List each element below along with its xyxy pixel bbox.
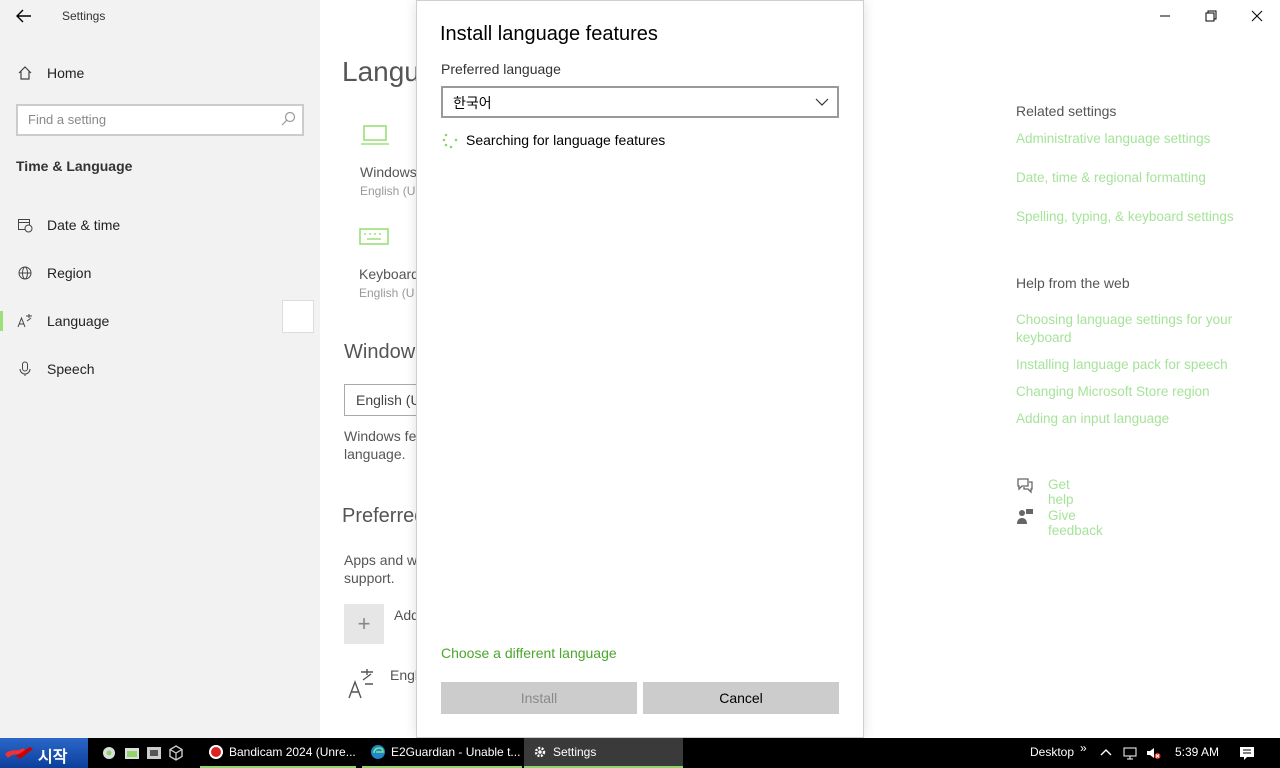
sidebar-item-label: Region [47,265,92,281]
start-label: 시작 [38,749,68,766]
get-help-label: Get help [1048,477,1074,507]
sidebar-item-label: Date & time [47,217,121,233]
virtualbox-icon[interactable] [168,745,184,761]
chrome-icon[interactable] [101,745,117,761]
language-entry-label[interactable]: Engl [390,666,418,684]
minimize-icon [1160,15,1170,17]
task-settings[interactable]: Settings [524,738,683,768]
tile-keyboard-sub: English (U [359,286,415,300]
search-icon [281,111,296,126]
loading-spinner-icon [442,133,458,149]
taskbar: 시작 Bandicam 2024 (Unre... E2Guardian - U… [0,738,1280,768]
link-help-speech[interactable]: Installing language pack for speech [1016,356,1266,374]
plus-icon: + [357,611,371,636]
feedback-person-icon [1017,509,1033,524]
sidebar-item-label: Language [47,313,110,329]
tile-windows-sub: English (U [360,184,416,198]
microphone-icon [16,360,34,378]
task-bandicam[interactable]: Bandicam 2024 (Unre... [200,738,356,768]
language-icon [348,669,373,699]
calendar-clock-icon [16,216,34,234]
close-icon [1251,10,1263,22]
related-settings-heading: Related settings [1016,103,1117,119]
section1-text-1: Windows fe [344,428,417,444]
tooltip-box [282,300,314,333]
section1-text-2: language. [344,446,406,462]
close-button[interactable] [1234,4,1280,28]
link-help-store-region[interactable]: Changing Microsoft Store region [1016,383,1256,401]
page-title: Langu [342,56,420,87]
preferred-language-label: Preferred language [441,61,561,77]
search-status-text: Searching for language features [466,132,666,148]
sidebar-item-date-time[interactable]: Date & time [0,207,320,243]
tile-windows-label[interactable]: Windows [360,163,417,181]
section2-text-2: support. [344,570,395,586]
section2-text-1: Apps and w [344,552,418,568]
chevron-up-icon[interactable] [1098,745,1114,761]
task-label: Bandicam 2024 (Unre... [229,745,356,759]
chevron-right-double-icon[interactable]: » [1080,741,1087,755]
link-help-input-language[interactable]: Adding an input language [1016,410,1256,428]
edge-icon [371,745,385,759]
cancel-button[interactable]: Cancel [643,682,839,714]
media-icon[interactable] [146,745,162,761]
link-date-time-format[interactable]: Date, time & regional formatting [1016,169,1256,187]
tile-keyboard-label[interactable]: Keyboard [359,265,419,283]
task-label: E2Guardian - Unable t... [391,745,521,759]
section-windows-display: Window [344,341,416,363]
task-edge[interactable]: E2Guardian - Unable t... [362,738,522,768]
link-admin-language[interactable]: Administrative language settings [1016,130,1256,148]
desktop-toolbar[interactable]: Desktop [1030,745,1074,759]
nav-pane: Settings Home Find a setting Time & Lang… [0,0,320,738]
nav-home[interactable]: Home [0,55,320,91]
arrow-left-icon [16,9,31,23]
link-spelling-typing[interactable]: Spelling, typing, & keyboard settings [1016,208,1276,226]
install-button[interactable]: Install [441,682,637,714]
dropdown-value: English (U [356,392,421,408]
chat-help-icon [1017,478,1033,494]
give-feedback-label: Give feedback [1048,508,1103,538]
home-icon [16,64,34,82]
app-title: Settings [62,9,106,23]
install-language-dialog: Install language features Preferred lang… [416,0,864,738]
link-help-keyboard[interactable]: Choosing language settings for your keyb… [1016,311,1256,347]
dialog-title: Install language features [440,23,658,45]
bandicam-icon [209,745,223,759]
chevron-down-icon [815,98,829,106]
clock[interactable]: 5:39 AM [1175,745,1219,759]
search-placeholder: Find a setting [28,112,107,127]
preferred-language-value: 한국어 [453,95,492,111]
nav-section-title: Time & Language [16,158,133,174]
laptop-icon [361,125,389,145]
keyboard-icon [359,228,389,245]
sidebar-item-label: Speech [47,361,95,377]
section-preferred: Preferred [342,505,426,527]
task-label: Settings [553,745,597,759]
start-logo-icon [5,747,33,759]
search-input[interactable]: Find a setting [16,104,304,136]
language-icon [16,312,34,330]
sidebar-item-language[interactable]: Language [0,303,320,339]
back-button[interactable] [10,4,38,28]
network-icon[interactable] [1122,745,1138,761]
sidebar-item-speech[interactable]: Speech [0,351,320,387]
choose-different-language-link[interactable]: Choose a different language [441,645,617,661]
notifications-icon[interactable] [1239,745,1255,761]
restore-icon [1205,10,1217,22]
nav-home-label: Home [47,65,85,81]
gear-icon [534,746,546,758]
restore-button[interactable] [1188,4,1234,28]
explorer-icon[interactable] [124,745,140,761]
add-language-button[interactable]: + [344,604,384,644]
volume-muted-icon[interactable] [1145,745,1161,761]
globe-icon [16,264,34,282]
sidebar-item-region[interactable]: Region [0,255,320,291]
help-heading: Help from the web [1016,275,1130,291]
preferred-language-select[interactable]: 한국어 [441,86,839,118]
minimize-button[interactable] [1142,4,1188,28]
start-button[interactable]: 시작 [0,738,88,768]
